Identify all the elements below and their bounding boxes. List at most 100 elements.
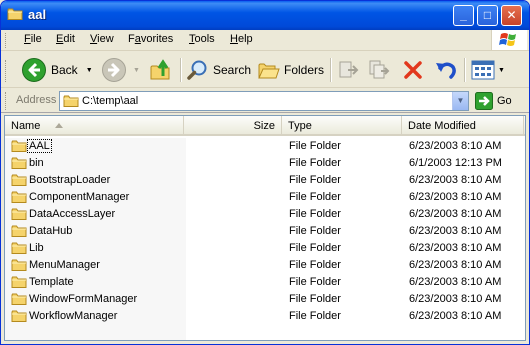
file-list[interactable]: Name Size Type Date Modified AAL File Fol… [4, 115, 526, 341]
file-row[interactable]: DataHub File Folder 6/23/2003 8:10 AM [5, 223, 525, 240]
file-row[interactable]: DataAccessLayer File Folder 6/23/2003 8:10… [5, 206, 525, 223]
menu-view[interactable]: View [90, 33, 114, 45]
column-size-label: Size [253, 120, 275, 132]
file-date: 6/23/2003 8:10 AM [409, 242, 502, 254]
title-bar[interactable]: aal _ □ ✕ [1, 1, 529, 30]
address-label: Address [16, 94, 57, 106]
file-type: File Folder [289, 276, 341, 288]
file-row[interactable]: WindowFormManager File Folder 6/23/2003 8:… [5, 291, 525, 308]
file-name[interactable]: WindowFormManager [29, 293, 137, 305]
file-type: File Folder [289, 225, 341, 237]
file-name[interactable]: BootstrapLoader [29, 174, 110, 186]
file-name[interactable]: DataAccessLayer [29, 208, 115, 220]
search-label: Search [213, 63, 252, 77]
file-name[interactable]: bin [29, 157, 44, 169]
file-name[interactable]: Lib [29, 242, 44, 254]
undo-button[interactable] [434, 55, 458, 85]
copy-to-button[interactable] [368, 55, 390, 85]
windows-logo [491, 30, 527, 50]
file-date: 6/23/2003 8:10 AM [409, 293, 502, 305]
back-button[interactable]: Back ▼ [21, 55, 93, 85]
file-row[interactable]: Template File Folder 6/23/2003 8:10 AM [5, 274, 525, 291]
go-label: Go [497, 95, 512, 107]
file-name[interactable]: DataHub [29, 225, 72, 237]
file-date: 6/23/2003 8:10 AM [409, 310, 502, 322]
file-date: 6/23/2003 8:10 AM [409, 225, 502, 237]
toolbar-grip [5, 60, 8, 82]
move-to-icon [339, 61, 359, 78]
file-row[interactable]: WorkflowManager File Folder 6/23/2003 8:10… [5, 308, 525, 325]
folder-icon [11, 190, 27, 204]
folder-icon [11, 207, 27, 221]
forward-arrow-icon [102, 58, 126, 82]
file-date: 6/23/2003 8:10 AM [409, 191, 502, 203]
address-dropdown-button[interactable]: ▼ [452, 92, 468, 110]
menu-file[interactable]: File [24, 33, 42, 45]
folder-icon [11, 309, 27, 323]
folders-button[interactable]: Folders [258, 55, 324, 85]
close-button[interactable]: ✕ [501, 5, 522, 26]
file-date: 6/23/2003 8:10 AM [409, 174, 502, 186]
file-type: File Folder [289, 242, 341, 254]
move-to-button[interactable] [338, 55, 360, 85]
folder-icon [11, 139, 27, 153]
address-bar: Address C:\temp\aal ▼ Go [1, 89, 529, 113]
back-arrow-icon [22, 58, 46, 82]
delete-button[interactable] [402, 55, 424, 85]
menu-help[interactable]: Help [230, 33, 253, 45]
column-name[interactable]: Name [5, 116, 184, 134]
file-row[interactable]: AAL File Folder 6/23/2003 8:10 AM [5, 138, 525, 155]
toolbar-separator [464, 58, 466, 82]
forward-button[interactable]: ▼ [101, 55, 140, 85]
folder-icon [11, 258, 27, 272]
file-name[interactable]: MenuManager [29, 259, 100, 271]
file-name[interactable]: WorkflowManager [29, 310, 117, 322]
forward-dropdown-icon[interactable]: ▼ [133, 67, 140, 74]
column-type[interactable]: Type [282, 116, 402, 134]
file-date: 6/23/2003 8:10 AM [409, 259, 502, 271]
file-name[interactable]: Template [29, 276, 74, 288]
column-date[interactable]: Date Modified [402, 116, 524, 134]
file-row[interactable]: bin File Folder 6/1/2003 12:13 PM [5, 155, 525, 172]
column-size[interactable]: Size [184, 116, 282, 134]
file-name[interactable]: AAL [27, 139, 52, 153]
magnifier-icon [187, 60, 207, 80]
folder-icon [11, 156, 27, 170]
up-folder-icon [150, 59, 170, 80]
file-date: 6/23/2003 8:10 AM [409, 276, 502, 288]
menu-favorites[interactable]: Favorites [128, 33, 173, 45]
file-row[interactable]: MenuManager File Folder 6/23/2003 8:10 AM [5, 257, 525, 274]
folder-icon [11, 292, 27, 306]
column-date-label: Date Modified [408, 120, 476, 132]
file-row[interactable]: Lib File Folder 6/23/2003 8:10 AM [5, 240, 525, 257]
search-button[interactable]: Search [187, 55, 251, 85]
file-type: File Folder [289, 293, 341, 305]
go-button[interactable]: Go [475, 91, 512, 111]
file-date: 6/23/2003 8:10 AM [409, 140, 502, 152]
file-type: File Folder [289, 191, 341, 203]
up-button[interactable] [149, 55, 173, 85]
address-input[interactable]: C:\temp\aal ▼ [59, 91, 469, 111]
minimize-button[interactable]: _ [453, 5, 474, 26]
folder-icon [11, 241, 27, 255]
views-button[interactable]: ▼ [471, 55, 505, 85]
menu-edit[interactable]: Edit [56, 33, 75, 45]
folder-icon [7, 7, 23, 21]
folder-icon [63, 94, 79, 108]
views-dropdown-icon[interactable]: ▼ [498, 67, 505, 74]
back-dropdown-icon[interactable]: ▼ [86, 67, 93, 74]
file-row[interactable]: BootstrapLoader File Folder 6/23/2003 8:10… [5, 172, 525, 189]
maximize-button[interactable]: □ [477, 5, 498, 26]
file-type: File Folder [289, 140, 341, 152]
menu-bar: File Edit View Favorites Tools Help [1, 30, 529, 51]
standard-toolbar: Back ▼ ▼ Search Folders ▼ [1, 52, 529, 88]
folder-icon [11, 275, 27, 289]
file-name[interactable]: ComponentManager [29, 191, 129, 203]
menu-tools[interactable]: Tools [189, 33, 215, 45]
folders-label: Folders [284, 63, 325, 77]
address-value[interactable]: C:\temp\aal [82, 95, 138, 107]
file-row[interactable]: ComponentManager File Folder 6/23/2003 8:1… [5, 189, 525, 206]
folders-icon [258, 63, 280, 79]
back-label: Back [51, 63, 78, 77]
folder-icon [11, 173, 27, 187]
